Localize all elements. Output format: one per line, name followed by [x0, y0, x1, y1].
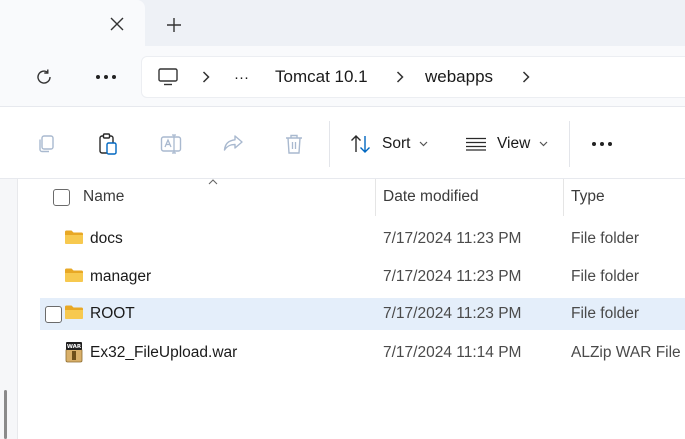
share-icon	[223, 135, 243, 151]
trash-icon	[286, 134, 302, 154]
sort-label: Sort	[382, 135, 411, 152]
view-button[interactable]: View	[465, 129, 548, 159]
delete-button[interactable]	[283, 129, 305, 159]
more-horizontal-icon	[96, 75, 116, 79]
new-tab-button[interactable]	[160, 11, 188, 39]
paste-icon	[99, 133, 117, 155]
more-nav-button[interactable]	[91, 62, 121, 92]
close-icon	[110, 17, 124, 31]
see-more-button[interactable]	[590, 129, 614, 159]
column-divider[interactable]	[563, 179, 564, 216]
rename-button[interactable]	[158, 129, 184, 159]
breadcrumb-webapps[interactable]: webapps	[425, 57, 493, 97]
more-horizontal-icon	[592, 142, 612, 146]
refresh-button[interactable]	[29, 62, 59, 92]
file-date-modified: 7/17/2024 11:14 PM	[383, 344, 522, 361]
file-row[interactable]: ROOT 7/17/2024 11:23 PM File folder	[40, 298, 685, 330]
breadcrumb-separator[interactable]	[396, 57, 404, 97]
file-type: ALZip WAR File	[571, 344, 681, 361]
tab-strip	[0, 0, 685, 46]
view-label: View	[497, 135, 531, 152]
folder-icon	[65, 268, 83, 282]
chevron-down-icon	[539, 141, 548, 147]
folder-icon	[65, 305, 83, 319]
column-header-row: Name Date modified Type	[18, 179, 685, 216]
sort-icon	[351, 135, 370, 153]
active-tab[interactable]	[0, 0, 145, 46]
copy-icon	[39, 135, 54, 153]
sort-button[interactable]: Sort	[350, 129, 428, 159]
folder-icon	[65, 230, 83, 244]
file-row[interactable]: manager 7/17/2024 11:23 PM File folder	[40, 261, 685, 293]
copy-button[interactable]	[34, 129, 58, 159]
column-divider[interactable]	[375, 179, 376, 216]
column-header-name[interactable]: Name	[83, 188, 124, 206]
file-type: File folder	[571, 305, 640, 322]
row-select-checkbox[interactable]	[45, 306, 62, 323]
toolbar-divider	[329, 121, 330, 167]
refresh-icon	[37, 69, 51, 84]
file-list-pane: Name Date modified Type docs 7/17/2024 1…	[0, 179, 685, 439]
address-box[interactable]: ··· Tomcat 10.1 webapps	[141, 56, 685, 98]
column-header-date-modified[interactable]: Date modified	[383, 188, 479, 206]
file-row[interactable]: WAR Ex32_FileUpload.war 7/17/2024 11:14 …	[40, 337, 685, 369]
column-header-type[interactable]: Type	[571, 188, 605, 206]
navigation-pane-edge	[0, 179, 18, 439]
close-tab-button[interactable]	[104, 11, 130, 37]
file-row[interactable]: docs 7/17/2024 11:23 PM File folder	[40, 223, 685, 255]
rename-icon	[160, 134, 182, 154]
breadcrumb-separator[interactable]	[522, 57, 530, 97]
breadcrumb-tomcat[interactable]: Tomcat 10.1	[275, 57, 368, 97]
scrollbar-thumb[interactable]	[4, 390, 7, 439]
chevron-right-icon	[396, 71, 404, 83]
breadcrumb-separator[interactable]	[202, 57, 210, 97]
computer-icon	[158, 68, 178, 86]
this-pc-button[interactable]	[158, 57, 178, 97]
file-date-modified: 7/17/2024 11:23 PM	[383, 230, 522, 247]
file-type: File folder	[571, 230, 640, 247]
address-bar-row: ··· Tomcat 10.1 webapps	[0, 46, 685, 106]
file-name: Ex32_FileUpload.war	[90, 344, 238, 361]
file-name: docs	[90, 230, 123, 247]
sort-ascending-caret-icon	[208, 179, 218, 185]
plus-icon	[167, 18, 181, 32]
view-list-icon	[466, 137, 486, 151]
svg-text:WAR: WAR	[67, 344, 82, 350]
file-name: ROOT	[90, 305, 135, 322]
command-bar: Sort View	[0, 106, 685, 179]
breadcrumb-overflow[interactable]: ···	[234, 57, 249, 97]
paste-button[interactable]	[96, 129, 120, 159]
war-file-icon: WAR	[65, 342, 83, 363]
file-type: File folder	[571, 268, 640, 285]
file-date-modified: 7/17/2024 11:23 PM	[383, 305, 522, 322]
toolbar-divider	[569, 121, 570, 167]
share-button[interactable]	[220, 129, 246, 159]
file-name: manager	[90, 268, 152, 285]
chevron-down-icon	[420, 141, 428, 147]
chevron-right-icon	[202, 71, 210, 83]
chevron-right-icon	[522, 71, 530, 83]
file-date-modified: 7/17/2024 11:23 PM	[383, 268, 522, 285]
select-all-checkbox[interactable]	[53, 189, 70, 206]
